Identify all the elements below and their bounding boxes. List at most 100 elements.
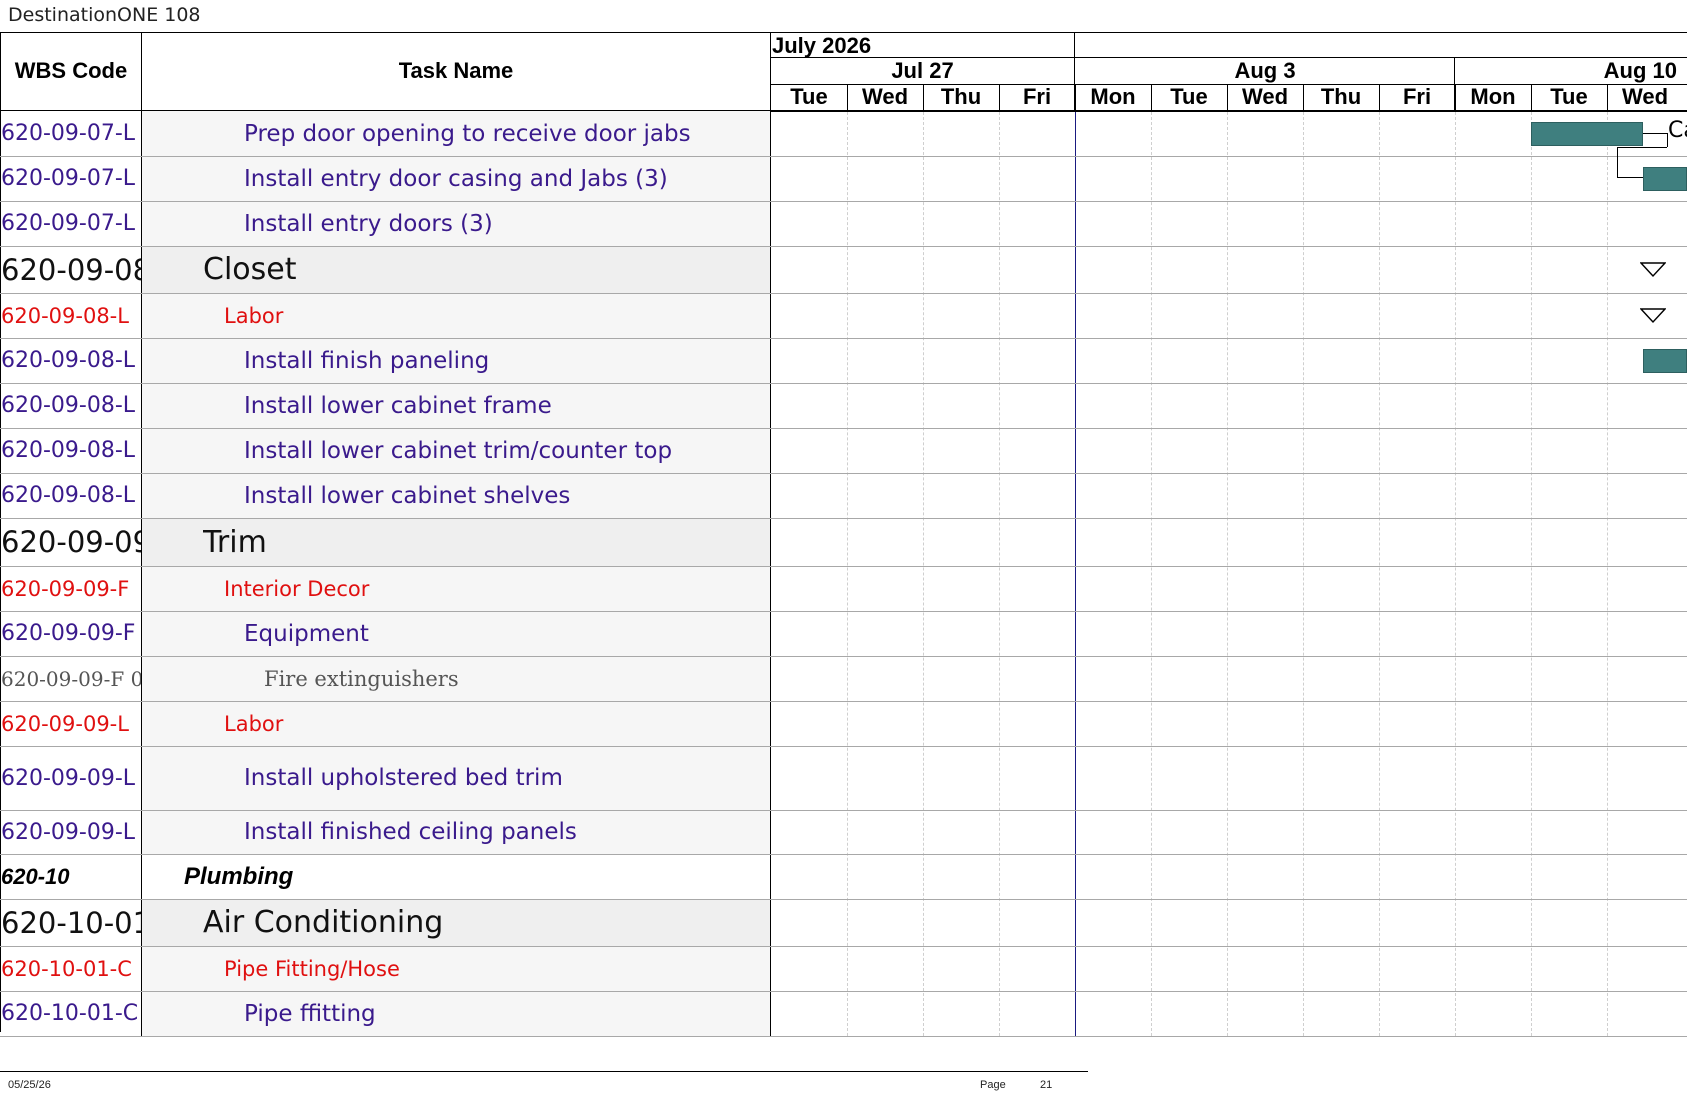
wbs-code-cell[interactable]: 620-10-01-C 01 [1,991,141,1036]
day-label: Thu [940,84,982,109]
document-title: DestinationONE 108 [8,4,201,26]
row-divider [0,991,1687,992]
gantt-report-page: DestinationONE 108 WBS Code Task Name Ju… [0,0,1687,1097]
row-divider [0,338,1687,339]
day-grid-line [1151,112,1152,1036]
day-grid-line [1455,112,1456,1036]
row-divider [0,611,1687,612]
task-name-cell[interactable]: Labor [224,293,770,338]
day-label: Mon [1470,84,1516,109]
task-name-cell[interactable]: Interior Decor [224,566,770,611]
wbs-code-cell[interactable]: 620-10-01-C [1,946,141,991]
day-label: Wed [861,84,909,109]
summary-marker-icon [1639,308,1667,324]
row-divider [0,656,1687,657]
task-name-cell[interactable]: Install lower cabinet shelves [244,473,770,518]
wbs-code-cell[interactable]: 620-09-08-L 04 [1,473,141,518]
wbs-code-cell[interactable]: 620-09-07-L 01 [1,111,141,156]
row-divider [0,293,1687,294]
day-label: Thu [1320,84,1362,109]
row-divider [0,746,1687,747]
wbs-code-cell[interactable]: 620-09-09-F 01 [1,611,141,656]
wbs-code-cell[interactable]: 620-10-01 [1,899,141,946]
day-label: Wed [1621,84,1669,109]
wbs-code-cell[interactable]: 620-09-07-L 02 [1,156,141,201]
row-divider [0,810,1687,811]
wbs-code-cell[interactable]: 620-09-09-L 02 [1,810,141,854]
task-name-cell[interactable]: Closet [203,246,770,293]
wbs-code-cell[interactable]: 620-09-09-L 01 [1,746,141,810]
dependency-line [1617,147,1618,177]
dependency-line [1617,177,1643,178]
task-name-cell[interactable]: Install finished ceiling panels [244,810,770,854]
dependency-line [1643,133,1667,134]
wbs-column-header[interactable]: WBS Code [1,33,141,109]
day-label: Tue [1170,84,1208,109]
wbs-code-cell[interactable]: 620-09-08-L [1,293,141,338]
week-label: Jul 27 [891,58,954,83]
day-grid-line [1531,112,1532,1036]
row-divider [0,201,1687,202]
summary-marker-icon [1639,262,1667,278]
task-name-cell[interactable]: Prep door opening to receive door jabs [244,111,770,156]
row-divider [0,383,1687,384]
day-grid-line [923,112,924,1036]
wbs-code-cell[interactable]: 620-09-07-L 03 [1,201,141,246]
wbs-code-cell[interactable]: 620-09-09-F 01 [1,656,141,701]
row-divider [0,899,1687,900]
row-divider [0,246,1687,247]
wbs-code-cell[interactable]: 620-09-09-F [1,566,141,611]
row-divider [0,1036,1687,1037]
task-name-cell[interactable]: Trim [203,518,770,566]
wbs-code-cell[interactable]: 620-09-09 [1,518,141,566]
wbs-task-divider [141,32,142,1036]
task-name-cell[interactable]: Pipe Fitting/Hose [224,946,770,991]
task-name-cell[interactable]: Labor [224,701,770,746]
task-bar[interactable] [1531,122,1643,146]
day-label: Mon [1090,84,1136,109]
task-column-header[interactable]: Task Name [142,33,770,109]
day-label: Wed [1241,84,1289,109]
task-name-cell[interactable]: Equipment [244,611,770,656]
row-divider [0,946,1687,947]
task-name-cell[interactable]: Install entry door casing and Jabs (3) [244,156,770,201]
day-grid-line [1303,112,1304,1036]
task-name-cell[interactable]: Install lower cabinet frame [244,383,770,428]
footer-divider [0,1071,1088,1072]
task-name-cell[interactable]: Install entry doors (3) [244,201,770,246]
task-name-cell[interactable]: Pipe ffitting [244,991,770,1036]
month-boundary [1074,32,1075,57]
dependency-line [1617,147,1667,148]
footer-page-number: 21 [1040,1079,1053,1091]
row-divider [0,854,1687,855]
day-label: Fri [1402,84,1432,109]
task-name-cell[interactable]: Air Conditioning [203,899,770,946]
wbs-code-cell[interactable]: 620-09-08-L 01 [1,338,141,383]
day-grid-line [847,112,848,1036]
wbs-code-cell[interactable]: 620-09-08-L 03 [1,428,141,473]
row-divider [0,566,1687,567]
row-divider [0,156,1687,157]
month-label: July 2026 [772,33,872,58]
day-label: Tue [1550,84,1588,109]
wbs-code-cell[interactable]: 620-09-08-L 02 [1,383,141,428]
wbs-code-cell[interactable]: 620-09-08 [1,246,141,293]
task-name-cell[interactable]: Fire extinguishers [264,656,770,701]
footer-page-label: Page [980,1079,1006,1091]
day-grid-line [1607,112,1608,1036]
week-label: Aug 3 [1234,58,1296,83]
task-name-cell[interactable]: Install finish paneling [244,338,770,383]
day-label: Fri [1022,84,1052,109]
task-bar[interactable] [1643,349,1687,373]
task-bar[interactable] [1643,167,1687,191]
wbs-code-cell[interactable]: 620-10 [1,854,141,899]
task-name-cell[interactable]: Install lower cabinet trim/counter top [244,428,770,473]
wbs-code-cell[interactable]: 620-09-09-L [1,701,141,746]
day-grid-line [1379,112,1380,1036]
footer-date: 05/25/26 [8,1079,51,1091]
row-divider [0,701,1687,702]
task-name-cell[interactable]: Install upholstered bed trim [244,746,770,810]
row-divider [0,473,1687,474]
task-name-cell[interactable]: Plumbing [184,854,770,899]
row-divider [0,428,1687,429]
